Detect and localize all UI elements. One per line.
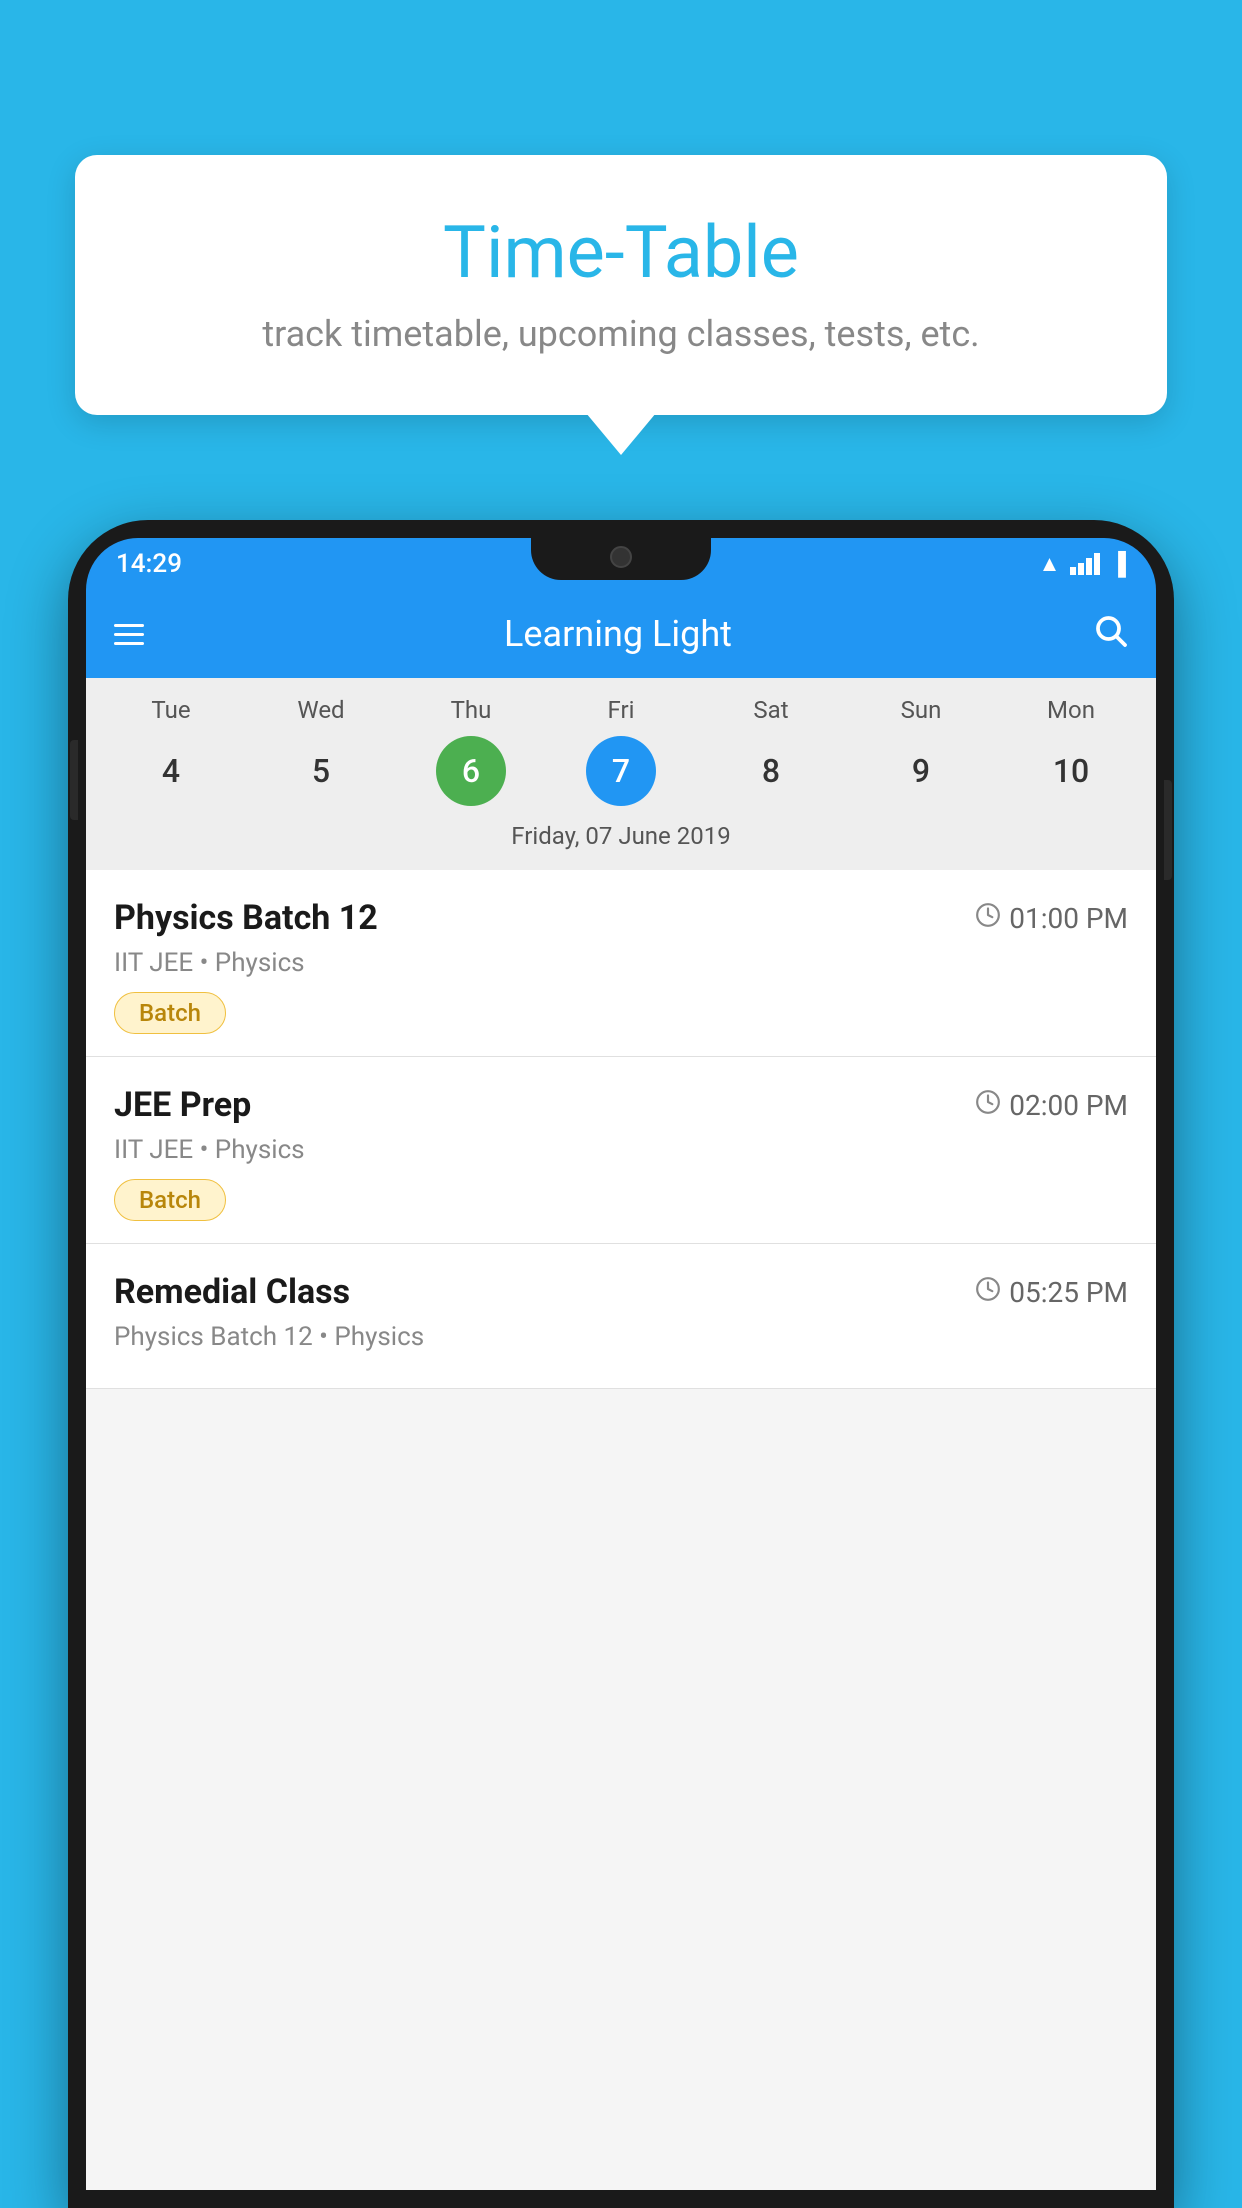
status-icons: ▲ ▐: [1039, 551, 1126, 577]
calendar-strip: Tue Wed Thu Fri Sat Sun Mon 4 5 6 7 8 9 …: [86, 678, 1156, 870]
app-header: Learning Light: [86, 590, 1156, 678]
schedule-item-3[interactable]: Remedial Class 05:25 PM Physics Batch 12…: [86, 1244, 1156, 1389]
day-10[interactable]: 10: [1036, 736, 1106, 806]
selected-date-label: Friday, 07 June 2019: [96, 814, 1146, 862]
day-label-wed: Wed: [281, 696, 361, 724]
day-label-fri: Fri: [581, 696, 661, 724]
phone-frame: 14:29 ▲ ▐ Learning Light: [68, 520, 1174, 2208]
day-8[interactable]: 8: [736, 736, 806, 806]
signal-icon: [1070, 553, 1100, 575]
schedule-item-3-header: Remedial Class 05:25 PM: [114, 1272, 1128, 1312]
schedule-item-2-time-text: 02:00 PM: [1009, 1089, 1128, 1122]
status-time: 14:29: [116, 549, 182, 579]
hamburger-menu-icon[interactable]: [114, 624, 144, 645]
schedule-item-3-time-text: 05:25 PM: [1009, 1276, 1128, 1309]
schedule-item-1-time: 01:00 PM: [975, 902, 1128, 935]
schedule-item-3-time: 05:25 PM: [975, 1276, 1128, 1309]
day-label-mon: Mon: [1031, 696, 1111, 724]
schedule-item-1-header: Physics Batch 12 01:00 PM: [114, 898, 1128, 938]
day-5[interactable]: 5: [286, 736, 356, 806]
clock-icon-3: [975, 1276, 1001, 1309]
clock-icon-1: [975, 902, 1001, 935]
hamburger-line-2: [114, 633, 144, 636]
batch-badge-1: Batch: [114, 992, 226, 1034]
schedule-item-1-title: Physics Batch 12: [114, 898, 378, 938]
day-label-sun: Sun: [881, 696, 961, 724]
app-screen: Learning Light Tue Wed Thu Fri Sat Sun M…: [86, 590, 1156, 2190]
power-right-button: [1164, 780, 1172, 880]
day-label-tue: Tue: [131, 696, 211, 724]
hamburger-line-1: [114, 624, 144, 627]
day-label-sat: Sat: [731, 696, 811, 724]
day-7-selected[interactable]: 7: [586, 736, 656, 806]
day-9[interactable]: 9: [886, 736, 956, 806]
tooltip-card: Time-Table track timetable, upcoming cla…: [75, 155, 1167, 415]
schedule-item-1[interactable]: Physics Batch 12 01:00 PM IIT JEE • Phys…: [86, 870, 1156, 1057]
search-icon[interactable]: [1092, 612, 1128, 657]
clock-icon-2: [975, 1089, 1001, 1122]
hamburger-line-3: [114, 642, 144, 645]
batch-badge-2: Batch: [114, 1179, 226, 1221]
day-label-thu: Thu: [431, 696, 511, 724]
schedule-item-2-title: JEE Prep: [114, 1085, 251, 1125]
tooltip-title: Time-Table: [135, 210, 1107, 295]
phone-camera: [610, 546, 632, 568]
schedule-list: Physics Batch 12 01:00 PM IIT JEE • Phys…: [86, 870, 1156, 1389]
tooltip-subtitle: track timetable, upcoming classes, tests…: [135, 313, 1107, 355]
schedule-item-2-time: 02:00 PM: [975, 1089, 1128, 1122]
schedule-item-3-subtitle: Physics Batch 12 • Physics: [114, 1322, 1128, 1352]
volume-left-button: [70, 740, 78, 820]
schedule-item-1-subtitle: IIT JEE • Physics: [114, 948, 1128, 978]
day-numbers: 4 5 6 7 8 9 10: [96, 736, 1146, 806]
schedule-item-2-header: JEE Prep 02:00 PM: [114, 1085, 1128, 1125]
day-6-today[interactable]: 6: [436, 736, 506, 806]
day-4[interactable]: 4: [136, 736, 206, 806]
phone-notch: [531, 538, 711, 580]
battery-icon: ▐: [1110, 551, 1126, 577]
app-title: Learning Light: [504, 613, 732, 655]
schedule-item-3-title: Remedial Class: [114, 1272, 350, 1312]
schedule-item-2[interactable]: JEE Prep 02:00 PM IIT JEE • Physics Batc…: [86, 1057, 1156, 1244]
schedule-item-1-time-text: 01:00 PM: [1009, 902, 1128, 935]
wifi-icon: ▲: [1039, 551, 1061, 577]
day-labels: Tue Wed Thu Fri Sat Sun Mon: [96, 696, 1146, 724]
schedule-item-2-subtitle: IIT JEE • Physics: [114, 1135, 1128, 1165]
